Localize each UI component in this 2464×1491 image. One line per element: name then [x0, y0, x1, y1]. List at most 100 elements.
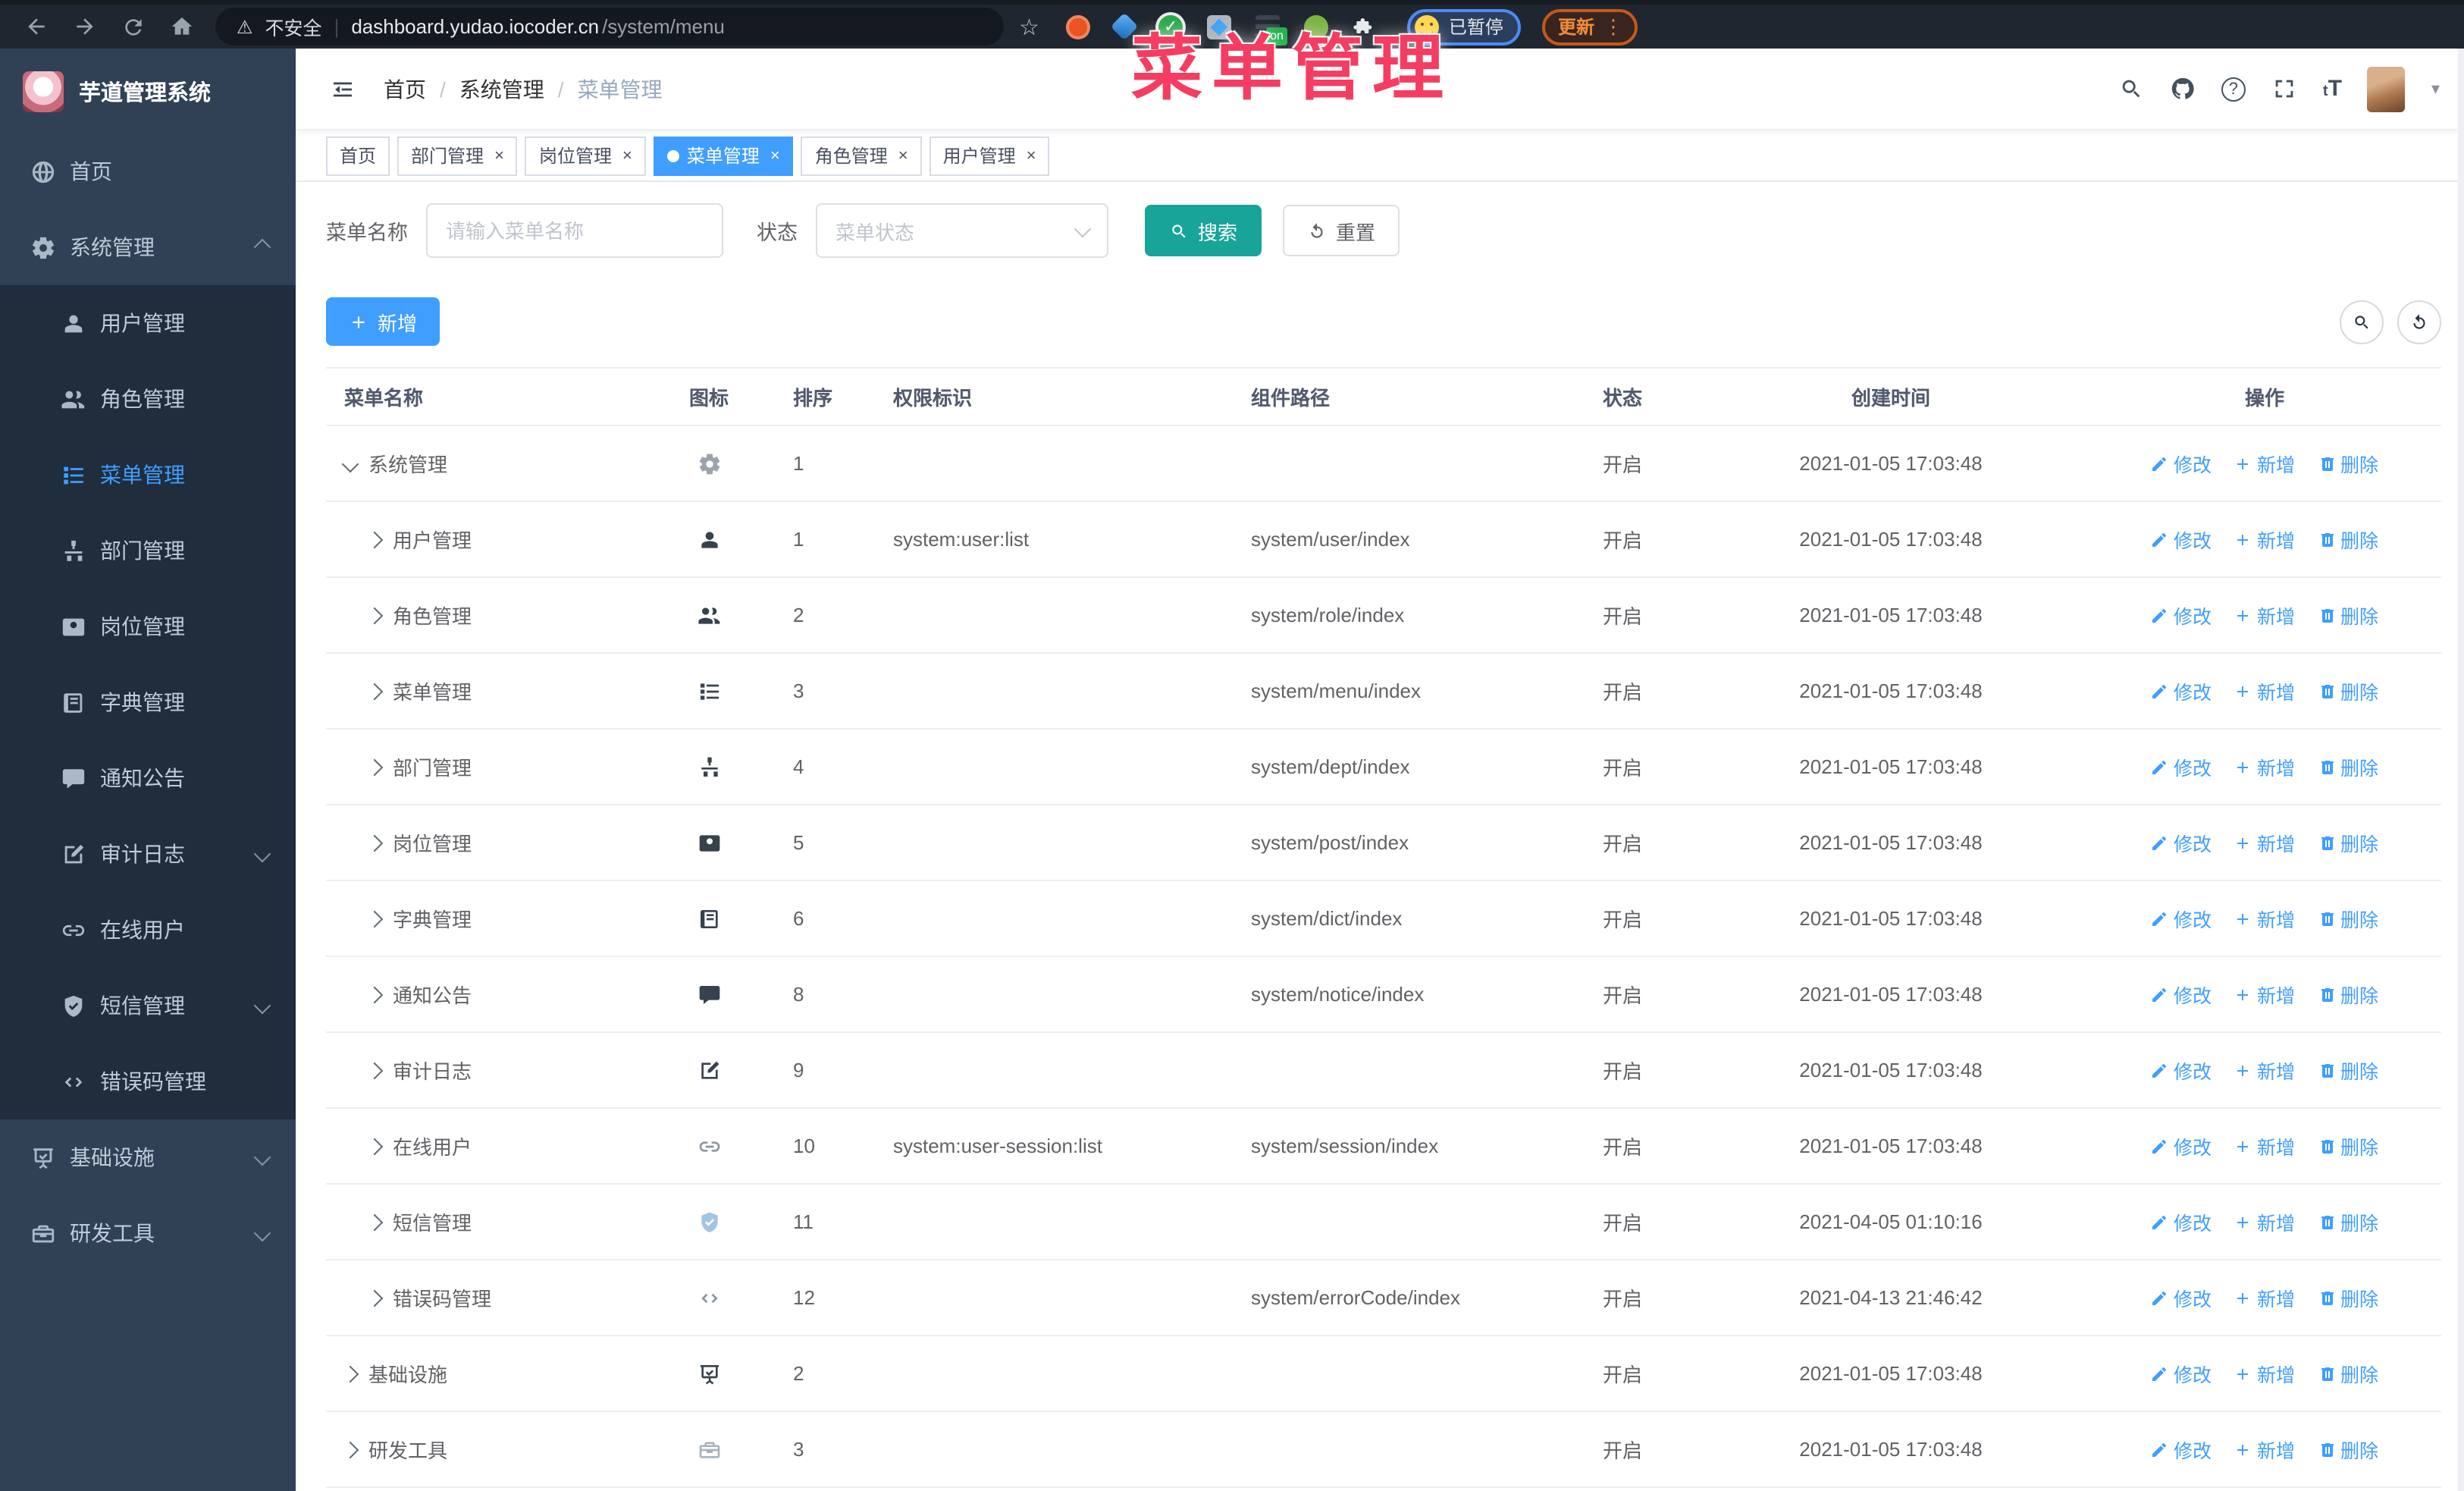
expand-caret-icon[interactable] [365, 682, 384, 700]
expand-caret-icon[interactable] [365, 909, 384, 928]
row-action-trash[interactable]: 删除 [2318, 904, 2378, 933]
sidebar-item-monitor[interactable]: 基础设施 [0, 1119, 296, 1195]
row-action-trash[interactable]: 删除 [2318, 980, 2378, 1009]
close-icon[interactable]: × [770, 146, 780, 165]
menu-status-select[interactable]: 菜单状态 [816, 203, 1108, 258]
row-action-plus[interactable]: 新增 [2234, 752, 2295, 781]
breadcrumb-item[interactable]: 首页 [384, 74, 426, 104]
row-action-trash[interactable]: 删除 [2318, 525, 2378, 554]
refresh-table-button[interactable] [2397, 300, 2441, 344]
row-action-plus[interactable]: 新增 [2234, 676, 2295, 705]
row-action-pen[interactable]: 修改 [2151, 828, 2212, 857]
sidebar-fold-icon[interactable] [329, 77, 356, 101]
expand-caret-icon[interactable] [365, 985, 384, 1003]
sidebar-item-org[interactable]: 部门管理 [0, 513, 296, 589]
browser-update-menu-button[interactable]: 更新 ⋮ [1542, 8, 1638, 45]
browser-home-button[interactable] [161, 7, 203, 46]
expand-caret-icon[interactable] [365, 606, 384, 624]
row-action-pen[interactable]: 修改 [2151, 1359, 2212, 1388]
close-icon[interactable]: × [494, 146, 504, 165]
row-action-pen[interactable]: 修改 [2151, 1056, 2212, 1085]
address-bar[interactable]: ⚠ 不安全 | dashboard.yudao.iocoder.cn/syste… [215, 8, 1004, 46]
sidebar-item-user[interactable]: 用户管理 [0, 285, 296, 361]
row-action-pen[interactable]: 修改 [2151, 676, 2212, 705]
reset-button[interactable]: 重置 [1283, 205, 1400, 256]
tags-view-tab[interactable]: 首页 [326, 136, 390, 175]
sidebar-item-megaphone[interactable]: 通知公告 [0, 740, 296, 816]
user-avatar[interactable] [2367, 66, 2406, 111]
sidebar-item-users[interactable]: 角色管理 [0, 361, 296, 437]
help-icon[interactable]: ? [2221, 77, 2246, 101]
search-button[interactable]: 搜索 [1145, 205, 1262, 256]
sidebar-item-globe[interactable]: 首页 [0, 133, 296, 209]
sidebar-item-gear[interactable]: 系统管理 [0, 209, 296, 285]
tags-view-tab[interactable]: 部门管理 × [397, 136, 518, 175]
sidebar-item-tree[interactable]: 菜单管理 [0, 437, 296, 513]
row-action-plus[interactable]: 新增 [2234, 1132, 2295, 1160]
expand-caret-icon[interactable] [365, 530, 384, 548]
row-action-trash[interactable]: 删除 [2318, 676, 2378, 705]
row-action-plus[interactable]: 新增 [2234, 980, 2295, 1009]
expand-caret-icon[interactable] [341, 1364, 359, 1383]
add-button[interactable]: 新增 [326, 297, 440, 346]
sidebar-item-editlog[interactable]: 审计日志 [0, 816, 296, 892]
row-action-plus[interactable]: 新增 [2234, 904, 2295, 933]
tags-view-tab[interactable]: 岗位管理 × [525, 136, 646, 175]
browser-forward-button[interactable] [64, 7, 106, 46]
show-search-toggle-button[interactable] [2340, 300, 2384, 344]
row-action-pen[interactable]: 修改 [2151, 525, 2212, 554]
row-action-trash[interactable]: 删除 [2318, 1207, 2378, 1236]
breadcrumb-item[interactable]: 系统管理 [459, 74, 544, 104]
tags-view-tab[interactable]: 菜单管理 × [653, 136, 794, 175]
sidebar-item-shield[interactable]: 短信管理 [0, 968, 296, 1044]
expand-caret-icon[interactable] [341, 1440, 359, 1458]
row-action-plus[interactable]: 新增 [2234, 601, 2295, 629]
row-action-pen[interactable]: 修改 [2151, 1132, 2212, 1160]
row-action-plus[interactable]: 新增 [2234, 1435, 2295, 1464]
row-action-pen[interactable]: 修改 [2151, 904, 2212, 933]
expand-caret-icon[interactable] [365, 833, 384, 852]
row-action-plus[interactable]: 新增 [2234, 449, 2295, 478]
sidebar-item-book[interactable]: 字典管理 [0, 664, 296, 740]
row-action-trash[interactable]: 删除 [2318, 1132, 2378, 1160]
expand-caret-icon[interactable] [365, 758, 384, 776]
row-action-pen[interactable]: 修改 [2151, 449, 2212, 478]
row-action-pen[interactable]: 修改 [2151, 1435, 2212, 1464]
row-action-pen[interactable]: 修改 [2151, 980, 2212, 1009]
row-action-trash[interactable]: 删除 [2318, 601, 2378, 629]
page-scrollbar[interactable] [2458, 49, 2464, 1491]
row-action-trash[interactable]: 删除 [2318, 1359, 2378, 1388]
row-action-trash[interactable]: 删除 [2318, 1283, 2378, 1312]
row-action-trash[interactable]: 删除 [2318, 449, 2378, 478]
row-action-plus[interactable]: 新增 [2234, 525, 2295, 554]
row-action-pen[interactable]: 修改 [2151, 601, 2212, 629]
row-action-plus[interactable]: 新增 [2234, 1207, 2295, 1236]
close-icon[interactable]: × [622, 146, 632, 165]
sidebar-item-badge[interactable]: 岗位管理 [0, 589, 296, 664]
row-action-trash[interactable]: 删除 [2318, 828, 2378, 857]
sidebar-item-code[interactable]: 错误码管理 [0, 1044, 296, 1119]
row-action-plus[interactable]: 新增 [2234, 1283, 2295, 1312]
row-action-trash[interactable]: 删除 [2318, 1435, 2378, 1464]
search-icon[interactable] [2118, 76, 2144, 102]
menu-name-input[interactable] [426, 203, 723, 258]
font-size-icon[interactable]: tT [2323, 76, 2342, 102]
browser-back-button[interactable] [15, 7, 58, 46]
row-action-trash[interactable]: 删除 [2318, 1056, 2378, 1085]
sidebar-item-link[interactable]: 在线用户 [0, 892, 296, 968]
expand-caret-icon[interactable] [365, 1213, 384, 1231]
expand-caret-icon[interactable] [365, 1061, 384, 1079]
expand-caret-icon[interactable] [341, 454, 359, 472]
row-action-plus[interactable]: 新增 [2234, 1056, 2295, 1085]
sidebar-item-toolbox[interactable]: 研发工具 [0, 1195, 296, 1271]
row-action-plus[interactable]: 新增 [2234, 1359, 2295, 1388]
github-icon[interactable] [2170, 76, 2196, 102]
tags-view-tab[interactable]: 角色管理 × [801, 136, 922, 175]
close-icon[interactable]: × [898, 146, 908, 165]
tags-view-tab[interactable]: 用户管理 × [929, 136, 1050, 175]
expand-caret-icon[interactable] [365, 1289, 384, 1307]
row-action-pen[interactable]: 修改 [2151, 1283, 2212, 1312]
expand-caret-icon[interactable] [365, 1137, 384, 1155]
row-action-plus[interactable]: 新增 [2234, 828, 2295, 857]
fullscreen-icon[interactable] [2271, 76, 2297, 102]
